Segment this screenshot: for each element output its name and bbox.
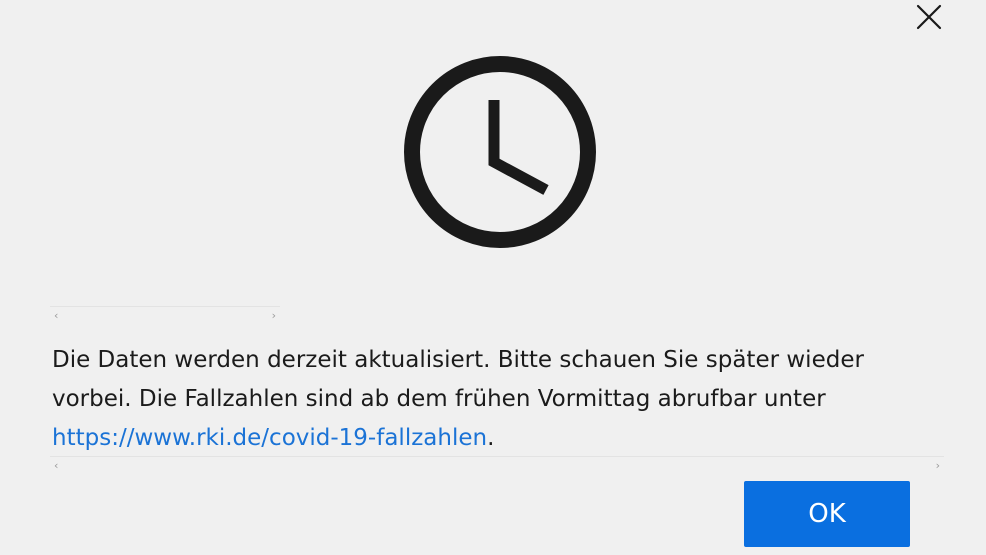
message-text: Die Daten werden derzeit aktualisiert. B…: [52, 347, 864, 412]
scroll-right-icon[interactable]: ›: [272, 310, 276, 322]
ok-button[interactable]: OK: [744, 481, 910, 547]
scroll-right-icon[interactable]: ›: [936, 460, 940, 472]
close-button[interactable]: [910, 0, 948, 34]
status-message: Die Daten werden derzeit aktualisiert. B…: [52, 341, 932, 458]
update-dialog: ‹ › Die Daten werden derzeit aktualisier…: [0, 0, 986, 555]
scroll-left-icon[interactable]: ‹: [54, 310, 58, 322]
horizontal-scrollbar-bottom[interactable]: ‹ ›: [50, 456, 944, 476]
scroll-left-icon[interactable]: ‹: [54, 460, 58, 472]
rki-link[interactable]: https://www.rki.de/covid-19-fallzahlen: [52, 425, 487, 451]
horizontal-scrollbar-top[interactable]: ‹ ›: [50, 306, 280, 326]
clock-icon: [404, 56, 596, 248]
message-end: .: [487, 425, 495, 451]
close-icon: [916, 4, 942, 30]
